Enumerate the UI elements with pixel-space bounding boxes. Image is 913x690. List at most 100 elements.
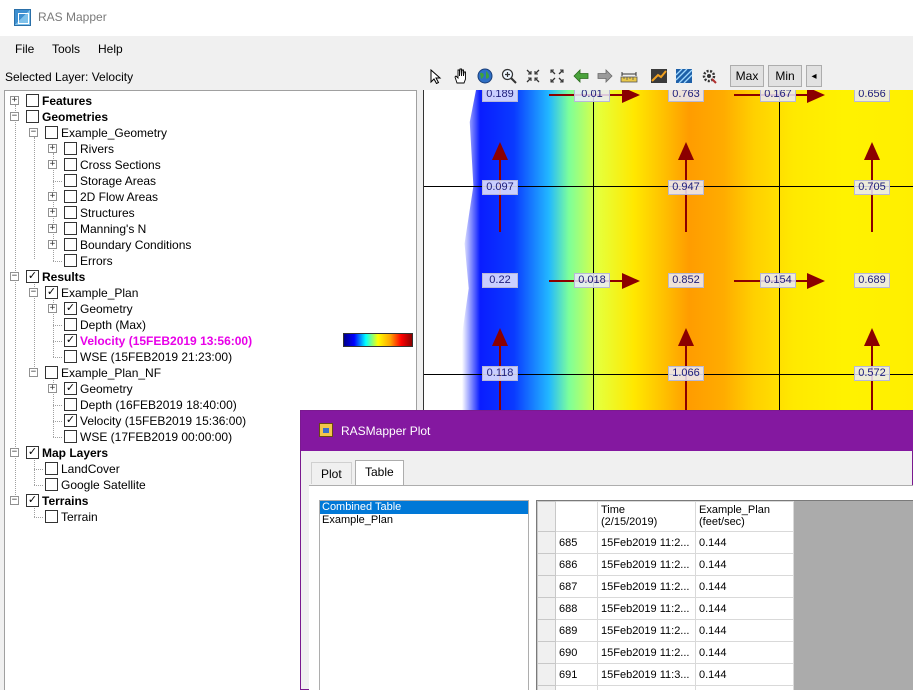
tree-item-example-geometry[interactable]: − Example_Geometry bbox=[5, 125, 255, 141]
tree-item-errors[interactable]: Errors bbox=[5, 253, 255, 269]
tree-item-nf-wse[interactable]: WSE (17FEB2019 00:00:00) bbox=[5, 429, 255, 445]
tree-item-plan-wse[interactable]: WSE (15FEB2019 21:23:00) bbox=[5, 349, 255, 365]
cell-time[interactable]: 15Feb2019 11:3... bbox=[597, 663, 696, 686]
features-checkbox[interactable] bbox=[26, 94, 39, 107]
example-geometry-checkbox[interactable] bbox=[45, 126, 58, 139]
collapse-icon[interactable]: − bbox=[10, 272, 19, 281]
profile-line-icon[interactable] bbox=[649, 66, 669, 86]
row-header[interactable] bbox=[537, 531, 556, 554]
menu-file[interactable]: File bbox=[15, 42, 34, 56]
google-satellite-checkbox[interactable] bbox=[45, 478, 58, 491]
flow-areas-2d-checkbox[interactable] bbox=[64, 190, 77, 203]
tree-item-terrain[interactable]: Terrain bbox=[5, 509, 205, 525]
zoom-in-icon[interactable] bbox=[499, 66, 519, 86]
tree-item-plan-depth[interactable]: Depth (Max) bbox=[5, 317, 255, 333]
forward-arrow-icon[interactable] bbox=[595, 66, 615, 86]
list-item-example-plan[interactable]: Example_Plan bbox=[320, 514, 528, 527]
list-item-combined-table[interactable]: Combined Table bbox=[320, 501, 528, 514]
tree-item-map-layers[interactable]: − ✓ Map Layers bbox=[5, 445, 205, 461]
tree-item-storage-areas[interactable]: Storage Areas bbox=[5, 173, 255, 189]
tree-item-nf-geometry[interactable]: + ✓ Geometry bbox=[5, 381, 255, 397]
nf-geometry-checkbox[interactable]: ✓ bbox=[64, 382, 77, 395]
terrains-checkbox[interactable]: ✓ bbox=[26, 494, 39, 507]
tab-plot[interactable]: Plot bbox=[311, 462, 352, 484]
row-header[interactable] bbox=[537, 597, 556, 620]
tree-item-nf-velocity[interactable]: ✓ Velocity (15FEB2019 15:36:00) bbox=[5, 413, 255, 429]
table-row[interactable] bbox=[537, 685, 794, 690]
nf-wse-checkbox[interactable] bbox=[64, 430, 77, 443]
row-header[interactable] bbox=[537, 663, 556, 686]
tree-item-features[interactable]: + Features bbox=[5, 93, 205, 109]
expand-icon[interactable]: + bbox=[10, 96, 19, 105]
tree-item-example-plan[interactable]: − ✓ Example_Plan bbox=[5, 285, 255, 301]
cell-index[interactable] bbox=[555, 685, 598, 690]
zoom-extent-out-icon[interactable] bbox=[547, 66, 567, 86]
tree-item-results[interactable]: − ✓ Results bbox=[5, 269, 205, 285]
tree-item-mannings-n[interactable]: + Manning's N bbox=[5, 221, 255, 237]
table-row[interactable]: 687 15Feb2019 11:2... 0.144 bbox=[537, 575, 794, 598]
cross-sections-checkbox[interactable] bbox=[64, 158, 77, 171]
table-row[interactable]: 689 15Feb2019 11:2... 0.144 bbox=[537, 619, 794, 642]
row-header[interactable] bbox=[537, 685, 556, 690]
structures-checkbox[interactable] bbox=[64, 206, 77, 219]
cell-time[interactable]: 15Feb2019 11:2... bbox=[597, 531, 696, 554]
index-column-header[interactable] bbox=[555, 501, 598, 532]
menu-help[interactable]: Help bbox=[98, 42, 123, 56]
plan-geometry-checkbox[interactable]: ✓ bbox=[64, 302, 77, 315]
collapse-icon[interactable]: − bbox=[29, 368, 38, 377]
max-button[interactable]: Max bbox=[730, 65, 764, 87]
cell-index[interactable]: 690 bbox=[555, 641, 598, 664]
expand-icon[interactable]: + bbox=[48, 304, 57, 313]
cell-time[interactable]: 15Feb2019 11:2... bbox=[597, 619, 696, 642]
collapse-icon[interactable]: − bbox=[10, 112, 19, 121]
plan-wse-checkbox[interactable] bbox=[64, 350, 77, 363]
terrain-checkbox[interactable] bbox=[45, 510, 58, 523]
tree-item-land-cover[interactable]: LandCover bbox=[5, 461, 205, 477]
expand-icon[interactable]: + bbox=[48, 144, 57, 153]
example-plan-nf-checkbox[interactable] bbox=[45, 366, 58, 379]
collapse-icon[interactable]: − bbox=[29, 128, 38, 137]
tree-item-structures[interactable]: + Structures bbox=[5, 205, 255, 221]
collapse-icon[interactable]: − bbox=[10, 448, 19, 457]
table-row[interactable]: 691 15Feb2019 11:3... 0.144 bbox=[537, 663, 794, 686]
row-header[interactable] bbox=[537, 553, 556, 576]
terrain-hatch-icon[interactable] bbox=[674, 66, 694, 86]
zoom-extent-in-icon[interactable] bbox=[523, 66, 543, 86]
tree-item-geometries[interactable]: − Geometries bbox=[5, 109, 205, 125]
cell-time[interactable]: 15Feb2019 11:2... bbox=[597, 641, 696, 664]
expand-icon[interactable]: + bbox=[48, 192, 57, 201]
row-header[interactable] bbox=[537, 619, 556, 642]
expand-icon[interactable]: + bbox=[48, 208, 57, 217]
expand-icon[interactable]: + bbox=[48, 384, 57, 393]
tree-item-2d-flow-areas[interactable]: + 2D Flow Areas bbox=[5, 189, 255, 205]
cell-index[interactable]: 689 bbox=[555, 619, 598, 642]
cell-index[interactable]: 687 bbox=[555, 575, 598, 598]
boundary-conditions-checkbox[interactable] bbox=[64, 238, 77, 251]
tree-item-google-satellite[interactable]: Google Satellite bbox=[5, 477, 205, 493]
table-row[interactable]: 686 15Feb2019 11:2... 0.144 bbox=[537, 553, 794, 576]
cell-value[interactable]: 0.144 bbox=[695, 531, 794, 554]
storage-areas-checkbox[interactable] bbox=[64, 174, 77, 187]
land-cover-checkbox[interactable] bbox=[45, 462, 58, 475]
cell-time[interactable]: 15Feb2019 11:2... bbox=[597, 597, 696, 620]
measure-ruler-icon[interactable] bbox=[619, 66, 639, 86]
pan-hand-icon[interactable] bbox=[450, 66, 470, 86]
rivers-checkbox[interactable] bbox=[64, 142, 77, 155]
cell-time[interactable]: 15Feb2019 11:2... bbox=[597, 575, 696, 598]
collapse-icon[interactable]: − bbox=[10, 496, 19, 505]
example-plan-checkbox[interactable]: ✓ bbox=[45, 286, 58, 299]
tree-item-boundary-conditions[interactable]: + Boundary Conditions bbox=[5, 237, 255, 253]
errors-checkbox[interactable] bbox=[64, 254, 77, 267]
tree-item-rivers[interactable]: + Rivers bbox=[5, 141, 255, 157]
cell-value[interactable]: 0.144 bbox=[695, 641, 794, 664]
tree-item-nf-depth[interactable]: Depth (16FEB2019 18:40:00) bbox=[5, 397, 255, 413]
geometries-checkbox[interactable] bbox=[26, 110, 39, 123]
tree-item-plan-geometry[interactable]: + ✓ Geometry bbox=[5, 301, 255, 317]
table-row[interactable]: 690 15Feb2019 11:2... 0.144 bbox=[537, 641, 794, 664]
back-arrow-icon[interactable] bbox=[571, 66, 591, 86]
tree-item-terrains[interactable]: − ✓ Terrains bbox=[5, 493, 205, 509]
tree-item-cross-sections[interactable]: + Cross Sections bbox=[5, 157, 255, 173]
cell-index[interactable]: 686 bbox=[555, 553, 598, 576]
expand-icon[interactable]: + bbox=[48, 240, 57, 249]
cell-value[interactable]: 0.144 bbox=[695, 575, 794, 598]
